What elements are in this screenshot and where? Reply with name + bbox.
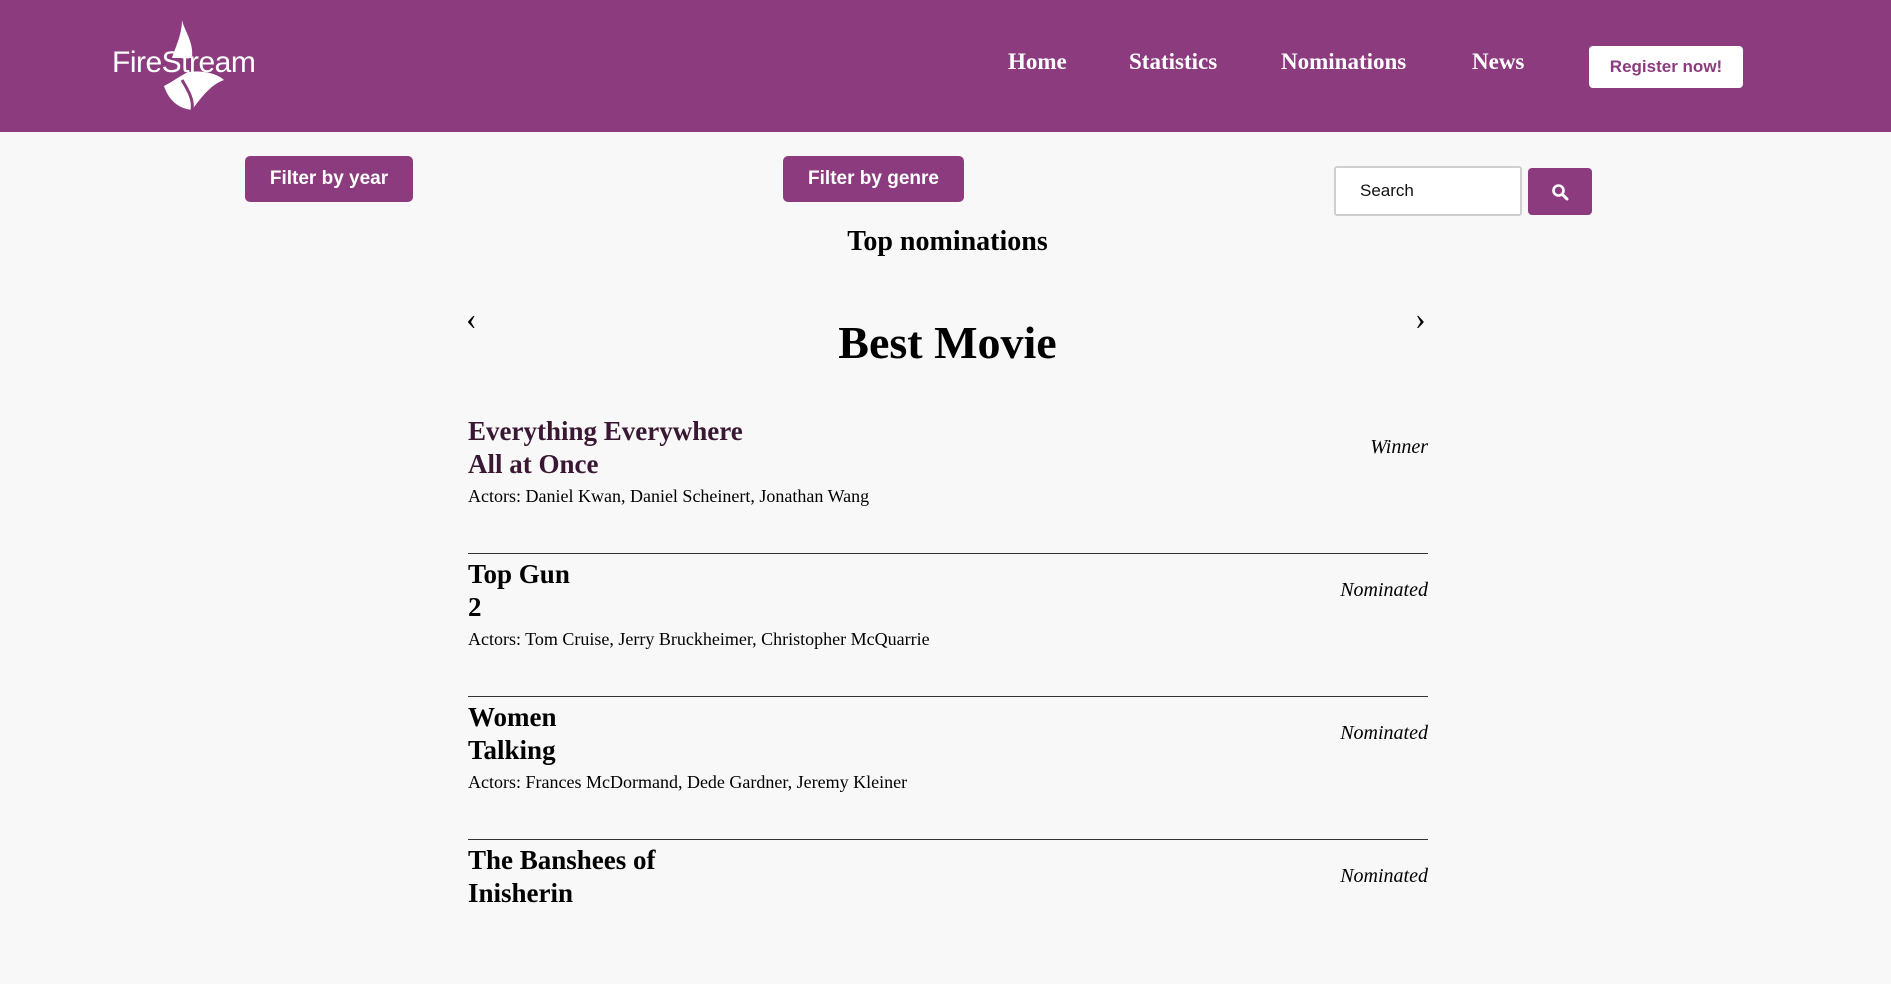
search-input[interactable]: [1334, 166, 1522, 216]
category-title: Best Movie: [838, 317, 1057, 368]
search-button[interactable]: [1528, 168, 1592, 215]
filter-by-genre-button[interactable]: Filter by genre: [783, 156, 964, 202]
nominations-list: Everything Everywhere All at Once Actors…: [468, 412, 1428, 984]
movie-title[interactable]: Everything Everywhere All at Once: [468, 415, 743, 481]
movie-title[interactable]: The Banshees of Inisherin: [468, 844, 656, 910]
search-icon: [1552, 183, 1569, 200]
nomination-entry: Top Gun 2 Actors: Tom Cruise, Jerry Bruc…: [468, 555, 1428, 697]
nomination-status: Nominated: [1340, 722, 1428, 744]
nav-home[interactable]: Home: [1008, 50, 1067, 73]
nav-statistics[interactable]: Statistics: [1129, 50, 1217, 73]
movie-actors: Actors: Frances McDormand, Dede Gardner,…: [468, 772, 908, 792]
movie-actors: Actors: Daniel Kwan, Daniel Scheinert, J…: [468, 486, 870, 506]
nomination-status: Nominated: [1340, 865, 1428, 887]
nomination-status: Nominated: [1340, 579, 1428, 601]
movie-title[interactable]: Top Gun 2: [468, 558, 570, 624]
nomination-status: Winner: [1370, 436, 1428, 458]
nomination-entry: The Banshees of Inisherin Nominated: [468, 841, 1428, 983]
nav-news[interactable]: News: [1472, 50, 1524, 73]
section-title: Top nominations: [847, 226, 1048, 257]
nomination-entry: Women Talking Actors: Frances McDormand,…: [468, 698, 1428, 840]
register-button[interactable]: Register now!: [1589, 46, 1743, 88]
movie-actors: Actors: Tom Cruise, Jerry Bruckheimer, C…: [468, 629, 930, 649]
movie-title[interactable]: Women Talking: [468, 701, 557, 767]
filter-by-year-button[interactable]: Filter by year: [245, 156, 413, 202]
top-header: FireStream Home Statistics Nominations N…: [0, 0, 1891, 132]
nomination-entry: Everything Everywhere All at Once Actors…: [468, 412, 1428, 554]
logo-text: FireStream: [112, 46, 256, 79]
nav-nominations[interactable]: Nominations: [1281, 50, 1406, 73]
logo[interactable]: FireStream: [112, 18, 262, 112]
